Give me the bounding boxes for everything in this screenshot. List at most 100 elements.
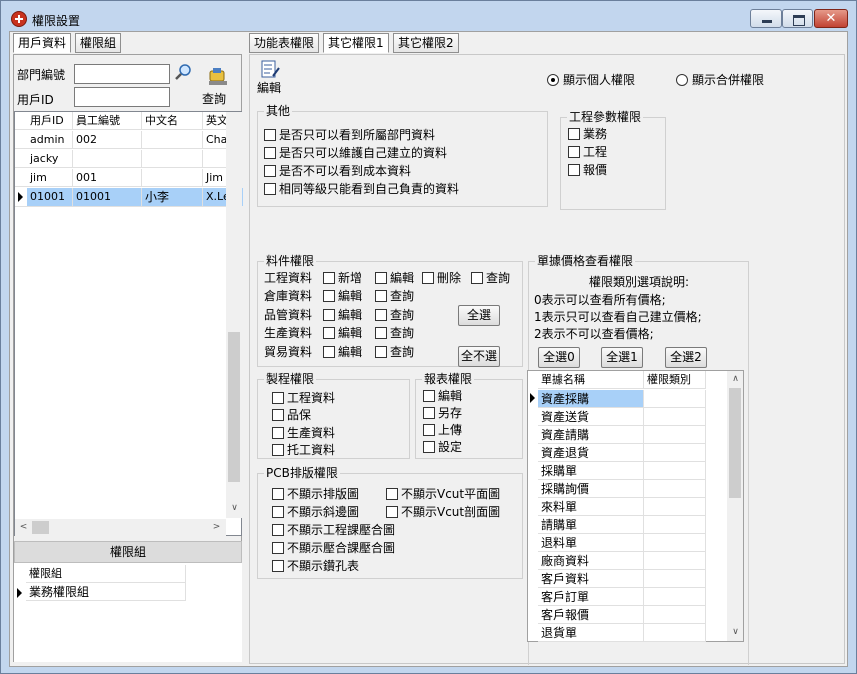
price-row-name[interactable]: 客戶訂單: [538, 588, 644, 606]
checkbox-own-only[interactable]: 是否只可以維護自己建立的資料: [264, 145, 447, 161]
checkbox-hide-bevel[interactable]: 不顯示斜邊圖: [272, 504, 359, 520]
checkbox-warehouse-edit[interactable]: 編輯: [323, 288, 362, 304]
checkbox-sales[interactable]: 業務: [568, 126, 607, 142]
checkbox-hide-eng-press[interactable]: 不顯示工程課壓合圖: [272, 522, 395, 538]
table-cell[interactable]: 002: [73, 131, 142, 149]
column-header[interactable]: 員工編號: [73, 112, 142, 130]
checkbox-dept-only[interactable]: 是否只可以看到所屬部門資料: [264, 127, 435, 143]
scroll-down-icon[interactable]: ∨: [727, 624, 744, 641]
price-row-category[interactable]: [644, 462, 706, 480]
table-row[interactable]: jacky: [15, 150, 241, 168]
tab-permission-group[interactable]: 權限組: [75, 33, 122, 53]
checkbox-qc-edit[interactable]: 編輯: [323, 307, 362, 323]
select-all-button[interactable]: 全選: [458, 305, 500, 326]
checkbox-eng-add[interactable]: 新增: [323, 270, 362, 286]
price-row-name[interactable]: 資產採購: [538, 390, 644, 408]
price-row-category[interactable]: [644, 588, 706, 606]
column-header[interactable]: 權限類別: [644, 371, 706, 389]
column-header[interactable]: 單據名稱: [538, 371, 644, 389]
checkbox-production-edit[interactable]: 編輯: [323, 325, 362, 341]
price-grid-vscroll[interactable]: ∧ ∨: [727, 371, 743, 641]
radio-personal[interactable]: 顯示個人權限: [547, 72, 635, 88]
user-id-input[interactable]: [74, 87, 170, 107]
checkbox-warehouse-query[interactable]: 查詢: [375, 288, 414, 304]
tab-user-data[interactable]: 用戶資料: [13, 33, 72, 53]
column-header[interactable]: 中文名: [142, 112, 203, 130]
table-row-selected[interactable]: 01001 01001 小李 X.Le: [15, 188, 243, 207]
checkbox-process-eng[interactable]: 工程資料: [272, 390, 335, 406]
tab-other-permission-1[interactable]: 其它權限1: [323, 33, 389, 53]
radio-merged[interactable]: 顯示合併權限: [676, 72, 764, 88]
checkbox-same-level[interactable]: 相同等級只能看到自己負責的資料: [264, 181, 459, 197]
scroll-left-icon[interactable]: <: [15, 519, 32, 536]
user-grid-vscroll[interactable]: ∨: [226, 112, 242, 518]
price-row-category[interactable]: [644, 480, 706, 498]
checkbox-hide-vcut-plane[interactable]: 不顯示Vcut平面圖: [386, 486, 500, 502]
maximize-button[interactable]: [782, 9, 813, 28]
price-row-category[interactable]: [644, 570, 706, 588]
checkbox-trade-query[interactable]: 查詢: [375, 344, 414, 360]
edit-button-label[interactable]: 編輯: [257, 80, 281, 96]
checkbox-qc-query[interactable]: 查詢: [375, 307, 414, 323]
tab-menu-permission[interactable]: 功能表權限: [249, 33, 320, 53]
select-none-button[interactable]: 全不選: [458, 346, 500, 367]
price-row-category[interactable]: [644, 624, 706, 642]
checkbox-process-qa[interactable]: 品保: [272, 407, 311, 423]
price-row-name[interactable]: 退貨單: [538, 624, 644, 642]
table-cell[interactable]: 01001: [27, 188, 73, 206]
checkbox-report-settings[interactable]: 設定: [423, 439, 462, 455]
price-row-name[interactable]: 資產請購: [538, 426, 644, 444]
query-icon[interactable]: [207, 67, 229, 87]
checkbox-eng-delete[interactable]: 刪除: [422, 270, 461, 286]
price-row-name[interactable]: 請購單: [538, 516, 644, 534]
checkbox-report-edit[interactable]: 編輯: [423, 388, 462, 404]
scroll-up-icon[interactable]: ∧: [727, 371, 744, 388]
checkbox-trade-edit[interactable]: 編輯: [323, 344, 362, 360]
price-row-name[interactable]: 資產送貨: [538, 408, 644, 426]
table-cell[interactable]: [142, 131, 203, 149]
checkbox-engineering[interactable]: 工程: [568, 144, 607, 160]
price-row-name[interactable]: 資產退貨: [538, 444, 644, 462]
price-row-name[interactable]: 採購詢價: [538, 480, 644, 498]
radio-dot[interactable]: [676, 74, 688, 86]
checkbox-hide-drill[interactable]: 不顯示鑽孔表: [272, 558, 359, 574]
table-cell[interactable]: jim: [27, 169, 73, 187]
price-row-name[interactable]: 廠商資料: [538, 552, 644, 570]
select-all-2-button[interactable]: 全選2: [665, 347, 707, 368]
user-grid-hscroll[interactable]: < >: [15, 519, 226, 536]
scroll-down-icon[interactable]: ∨: [226, 500, 243, 517]
checkbox-report-save-as[interactable]: 另存: [423, 405, 462, 421]
table-cell[interactable]: 01001: [73, 188, 142, 206]
table-row[interactable]: jim 001 Jim: [15, 169, 241, 187]
price-row-category[interactable]: [644, 606, 706, 624]
price-row-category[interactable]: [644, 444, 706, 462]
table-cell[interactable]: [73, 150, 142, 168]
price-row-category[interactable]: [644, 552, 706, 570]
table-cell[interactable]: 小李: [142, 188, 203, 206]
table-cell[interactable]: admin: [27, 131, 73, 149]
scroll-thumb[interactable]: [228, 332, 240, 482]
table-row[interactable]: admin 002 Cha: [15, 131, 241, 149]
price-row-category[interactable]: [644, 516, 706, 534]
tab-other-permission-2[interactable]: 其它權限2: [393, 33, 459, 53]
price-row-name[interactable]: 退料單: [538, 534, 644, 552]
checkbox-production-query[interactable]: 查詢: [375, 325, 414, 341]
radio-dot[interactable]: [547, 74, 559, 86]
price-row-category[interactable]: [644, 408, 706, 426]
checkbox-quote[interactable]: 報價: [568, 162, 607, 178]
column-header[interactable]: 權限組: [26, 565, 186, 583]
table-cell[interactable]: jacky: [27, 150, 73, 168]
table-cell[interactable]: [142, 169, 203, 187]
checkbox-eng-edit[interactable]: 編輯: [375, 270, 414, 286]
select-all-1-button[interactable]: 全選1: [601, 347, 643, 368]
close-button[interactable]: ✕: [814, 9, 848, 28]
query-button-label[interactable]: 查詢: [202, 91, 226, 107]
select-all-0-button[interactable]: 全選0: [538, 347, 580, 368]
checkbox-eng-query[interactable]: 查詢: [471, 270, 510, 286]
price-row-name[interactable]: 客戶資料: [538, 570, 644, 588]
price-row-category[interactable]: [644, 498, 706, 516]
checkbox-hide-layout[interactable]: 不顯示排版圖: [272, 486, 359, 502]
checkbox-hide-vcut-section[interactable]: 不顯示Vcut剖面圖: [386, 504, 500, 520]
price-row-name[interactable]: 採購單: [538, 462, 644, 480]
checkbox-no-cost[interactable]: 是否不可以看到成本資料: [264, 163, 411, 179]
